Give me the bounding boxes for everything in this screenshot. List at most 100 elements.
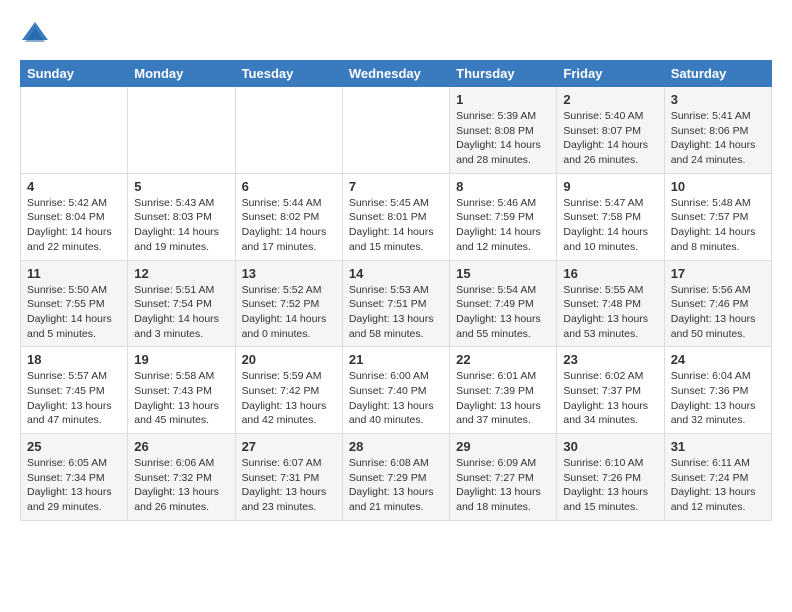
calendar-cell: 21 Sunrise: 6:00 AM Sunset: 7:40 PM Dayli… <box>342 347 449 434</box>
day-details: Sunrise: 5:46 AM Sunset: 7:59 PM Dayligh… <box>456 196 550 255</box>
day-number: 3 <box>671 92 765 107</box>
calendar-cell: 10 Sunrise: 5:48 AM Sunset: 7:57 PM Dayli… <box>664 173 771 260</box>
calendar-week-row: 18 Sunrise: 5:57 AM Sunset: 7:45 PM Dayli… <box>21 347 772 434</box>
calendar-cell: 19 Sunrise: 5:58 AM Sunset: 7:43 PM Dayli… <box>128 347 235 434</box>
day-number: 23 <box>563 352 657 367</box>
day-details: Sunrise: 6:01 AM Sunset: 7:39 PM Dayligh… <box>456 369 550 428</box>
calendar-cell: 25 Sunrise: 6:05 AM Sunset: 7:34 PM Dayli… <box>21 434 128 521</box>
calendar-cell: 5Sunrise: 5:43 AM Sunset: 8:03 PM Daylig… <box>128 173 235 260</box>
calendar-header-tuesday: Tuesday <box>235 61 342 87</box>
day-details: Sunrise: 5:44 AM Sunset: 8:02 PM Dayligh… <box>242 196 336 255</box>
calendar-cell: 12 Sunrise: 5:51 AM Sunset: 7:54 PM Dayli… <box>128 260 235 347</box>
day-number: 12 <box>134 266 228 281</box>
calendar-table: SundayMondayTuesdayWednesdayThursdayFrid… <box>20 60 772 521</box>
calendar-cell: 16 Sunrise: 5:55 AM Sunset: 7:48 PM Dayli… <box>557 260 664 347</box>
day-number: 31 <box>671 439 765 454</box>
calendar-cell: 31 Sunrise: 6:11 AM Sunset: 7:24 PM Dayli… <box>664 434 771 521</box>
day-details: Sunrise: 6:04 AM Sunset: 7:36 PM Dayligh… <box>671 369 765 428</box>
day-details: Sunrise: 5:43 AM Sunset: 8:03 PM Dayligh… <box>134 196 228 255</box>
calendar-week-row: 1 Sunrise: 5:39 AM Sunset: 8:08 PM Daylig… <box>21 87 772 174</box>
calendar-cell: 8Sunrise: 5:46 AM Sunset: 7:59 PM Daylig… <box>450 173 557 260</box>
day-details: Sunrise: 5:58 AM Sunset: 7:43 PM Dayligh… <box>134 369 228 428</box>
day-details: Sunrise: 5:51 AM Sunset: 7:54 PM Dayligh… <box>134 283 228 342</box>
day-details: Sunrise: 6:08 AM Sunset: 7:29 PM Dayligh… <box>349 456 443 515</box>
day-details: Sunrise: 5:59 AM Sunset: 7:42 PM Dayligh… <box>242 369 336 428</box>
day-number: 27 <box>242 439 336 454</box>
calendar-cell: 29 Sunrise: 6:09 AM Sunset: 7:27 PM Dayli… <box>450 434 557 521</box>
day-number: 28 <box>349 439 443 454</box>
day-details: Sunrise: 5:40 AM Sunset: 8:07 PM Dayligh… <box>563 109 657 168</box>
calendar-cell: 2 Sunrise: 5:40 AM Sunset: 8:07 PM Daylig… <box>557 87 664 174</box>
calendar-cell: 23 Sunrise: 6:02 AM Sunset: 7:37 PM Dayli… <box>557 347 664 434</box>
day-number: 6 <box>242 179 336 194</box>
calendar-cell: 22 Sunrise: 6:01 AM Sunset: 7:39 PM Dayli… <box>450 347 557 434</box>
day-number: 7 <box>349 179 443 194</box>
calendar-cell: 30 Sunrise: 6:10 AM Sunset: 7:26 PM Dayli… <box>557 434 664 521</box>
calendar-cell: 4Sunrise: 5:42 AM Sunset: 8:04 PM Daylig… <box>21 173 128 260</box>
calendar-cell: 20Sunrise: 5:59 AM Sunset: 7:42 PM Dayli… <box>235 347 342 434</box>
day-number: 2 <box>563 92 657 107</box>
day-details: Sunrise: 5:48 AM Sunset: 7:57 PM Dayligh… <box>671 196 765 255</box>
page-header <box>20 20 772 50</box>
day-details: Sunrise: 5:57 AM Sunset: 7:45 PM Dayligh… <box>27 369 121 428</box>
day-details: Sunrise: 5:55 AM Sunset: 7:48 PM Dayligh… <box>563 283 657 342</box>
day-number: 29 <box>456 439 550 454</box>
day-details: Sunrise: 5:47 AM Sunset: 7:58 PM Dayligh… <box>563 196 657 255</box>
day-number: 16 <box>563 266 657 281</box>
day-number: 9 <box>563 179 657 194</box>
calendar-header-thursday: Thursday <box>450 61 557 87</box>
calendar-header-wednesday: Wednesday <box>342 61 449 87</box>
day-details: Sunrise: 5:50 AM Sunset: 7:55 PM Dayligh… <box>27 283 121 342</box>
day-number: 14 <box>349 266 443 281</box>
calendar-cell <box>342 87 449 174</box>
day-number: 21 <box>349 352 443 367</box>
calendar-header-row: SundayMondayTuesdayWednesdayThursdayFrid… <box>21 61 772 87</box>
calendar-header-sunday: Sunday <box>21 61 128 87</box>
day-number: 17 <box>671 266 765 281</box>
day-number: 18 <box>27 352 121 367</box>
logo <box>20 20 54 50</box>
calendar-cell: 3 Sunrise: 5:41 AM Sunset: 8:06 PM Daylig… <box>664 87 771 174</box>
calendar-header-friday: Friday <box>557 61 664 87</box>
calendar-cell: 26 Sunrise: 6:06 AM Sunset: 7:32 PM Dayli… <box>128 434 235 521</box>
day-details: Sunrise: 6:09 AM Sunset: 7:27 PM Dayligh… <box>456 456 550 515</box>
day-number: 10 <box>671 179 765 194</box>
day-details: Sunrise: 5:53 AM Sunset: 7:51 PM Dayligh… <box>349 283 443 342</box>
day-number: 26 <box>134 439 228 454</box>
day-details: Sunrise: 6:00 AM Sunset: 7:40 PM Dayligh… <box>349 369 443 428</box>
calendar-cell <box>21 87 128 174</box>
day-number: 24 <box>671 352 765 367</box>
day-number: 1 <box>456 92 550 107</box>
calendar-cell: 14 Sunrise: 5:53 AM Sunset: 7:51 PM Dayli… <box>342 260 449 347</box>
calendar-cell: 15Sunrise: 5:54 AM Sunset: 7:49 PM Dayli… <box>450 260 557 347</box>
day-details: Sunrise: 5:52 AM Sunset: 7:52 PM Dayligh… <box>242 283 336 342</box>
day-details: Sunrise: 5:45 AM Sunset: 8:01 PM Dayligh… <box>349 196 443 255</box>
day-details: Sunrise: 6:06 AM Sunset: 7:32 PM Dayligh… <box>134 456 228 515</box>
calendar-header-monday: Monday <box>128 61 235 87</box>
calendar-cell: 7 Sunrise: 5:45 AM Sunset: 8:01 PM Daylig… <box>342 173 449 260</box>
calendar-cell: 24 Sunrise: 6:04 AM Sunset: 7:36 PM Dayli… <box>664 347 771 434</box>
day-details: Sunrise: 6:02 AM Sunset: 7:37 PM Dayligh… <box>563 369 657 428</box>
day-number: 22 <box>456 352 550 367</box>
day-number: 30 <box>563 439 657 454</box>
day-details: Sunrise: 5:39 AM Sunset: 8:08 PM Dayligh… <box>456 109 550 168</box>
calendar-header-saturday: Saturday <box>664 61 771 87</box>
calendar-cell: 11 Sunrise: 5:50 AM Sunset: 7:55 PM Dayli… <box>21 260 128 347</box>
day-number: 13 <box>242 266 336 281</box>
calendar-cell <box>128 87 235 174</box>
calendar-week-row: 4Sunrise: 5:42 AM Sunset: 8:04 PM Daylig… <box>21 173 772 260</box>
calendar-week-row: 25 Sunrise: 6:05 AM Sunset: 7:34 PM Dayli… <box>21 434 772 521</box>
day-details: Sunrise: 5:41 AM Sunset: 8:06 PM Dayligh… <box>671 109 765 168</box>
day-details: Sunrise: 6:11 AM Sunset: 7:24 PM Dayligh… <box>671 456 765 515</box>
day-number: 25 <box>27 439 121 454</box>
calendar-cell <box>235 87 342 174</box>
day-number: 15 <box>456 266 550 281</box>
day-number: 4 <box>27 179 121 194</box>
day-number: 19 <box>134 352 228 367</box>
day-details: Sunrise: 6:10 AM Sunset: 7:26 PM Dayligh… <box>563 456 657 515</box>
calendar-cell: 28 Sunrise: 6:08 AM Sunset: 7:29 PM Dayli… <box>342 434 449 521</box>
day-details: Sunrise: 6:07 AM Sunset: 7:31 PM Dayligh… <box>242 456 336 515</box>
calendar-cell: 1 Sunrise: 5:39 AM Sunset: 8:08 PM Daylig… <box>450 87 557 174</box>
day-number: 11 <box>27 266 121 281</box>
day-details: Sunrise: 6:05 AM Sunset: 7:34 PM Dayligh… <box>27 456 121 515</box>
